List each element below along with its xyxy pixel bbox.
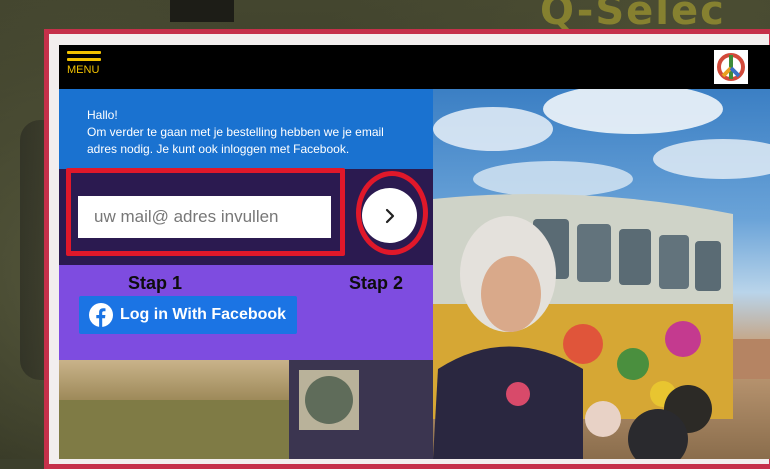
- peace-sign-logo-graphic: [717, 53, 745, 81]
- modal-header: MENU: [59, 45, 770, 89]
- email-input[interactable]: [78, 196, 331, 238]
- hamburger-icon: [67, 51, 101, 54]
- intro-message: Om verder te gaan met je bestelling hebb…: [87, 125, 384, 156]
- greeting-text: Hallo!: [87, 108, 118, 122]
- step-1-label: Stap 1: [128, 273, 183, 293]
- chevron-right-icon: [385, 208, 394, 223]
- next-button[interactable]: [362, 188, 417, 243]
- hero-image: [433, 89, 770, 459]
- hamburger-icon-line: [67, 58, 101, 61]
- facebook-login-button[interactable]: Log in With Facebook: [79, 296, 297, 334]
- hero-ground: [59, 360, 433, 459]
- facebook-button-label: Log in With Facebook: [120, 306, 287, 323]
- menu-button[interactable]: MENU: [67, 51, 107, 85]
- step-2-label: Stap 2: [349, 273, 404, 293]
- menu-label: MENU: [67, 64, 100, 76]
- intro-panel: Hallo! Om verder te gaan met je bestelli…: [59, 89, 433, 169]
- hippie-van-illustration: [433, 89, 770, 459]
- background-bar: [170, 0, 234, 22]
- peace-sign-icon[interactable]: [714, 50, 748, 84]
- intro-text: Hallo! Om verder te gaan met je bestelli…: [87, 107, 417, 158]
- facebook-icon: [89, 303, 113, 327]
- field-illustration: [59, 360, 433, 459]
